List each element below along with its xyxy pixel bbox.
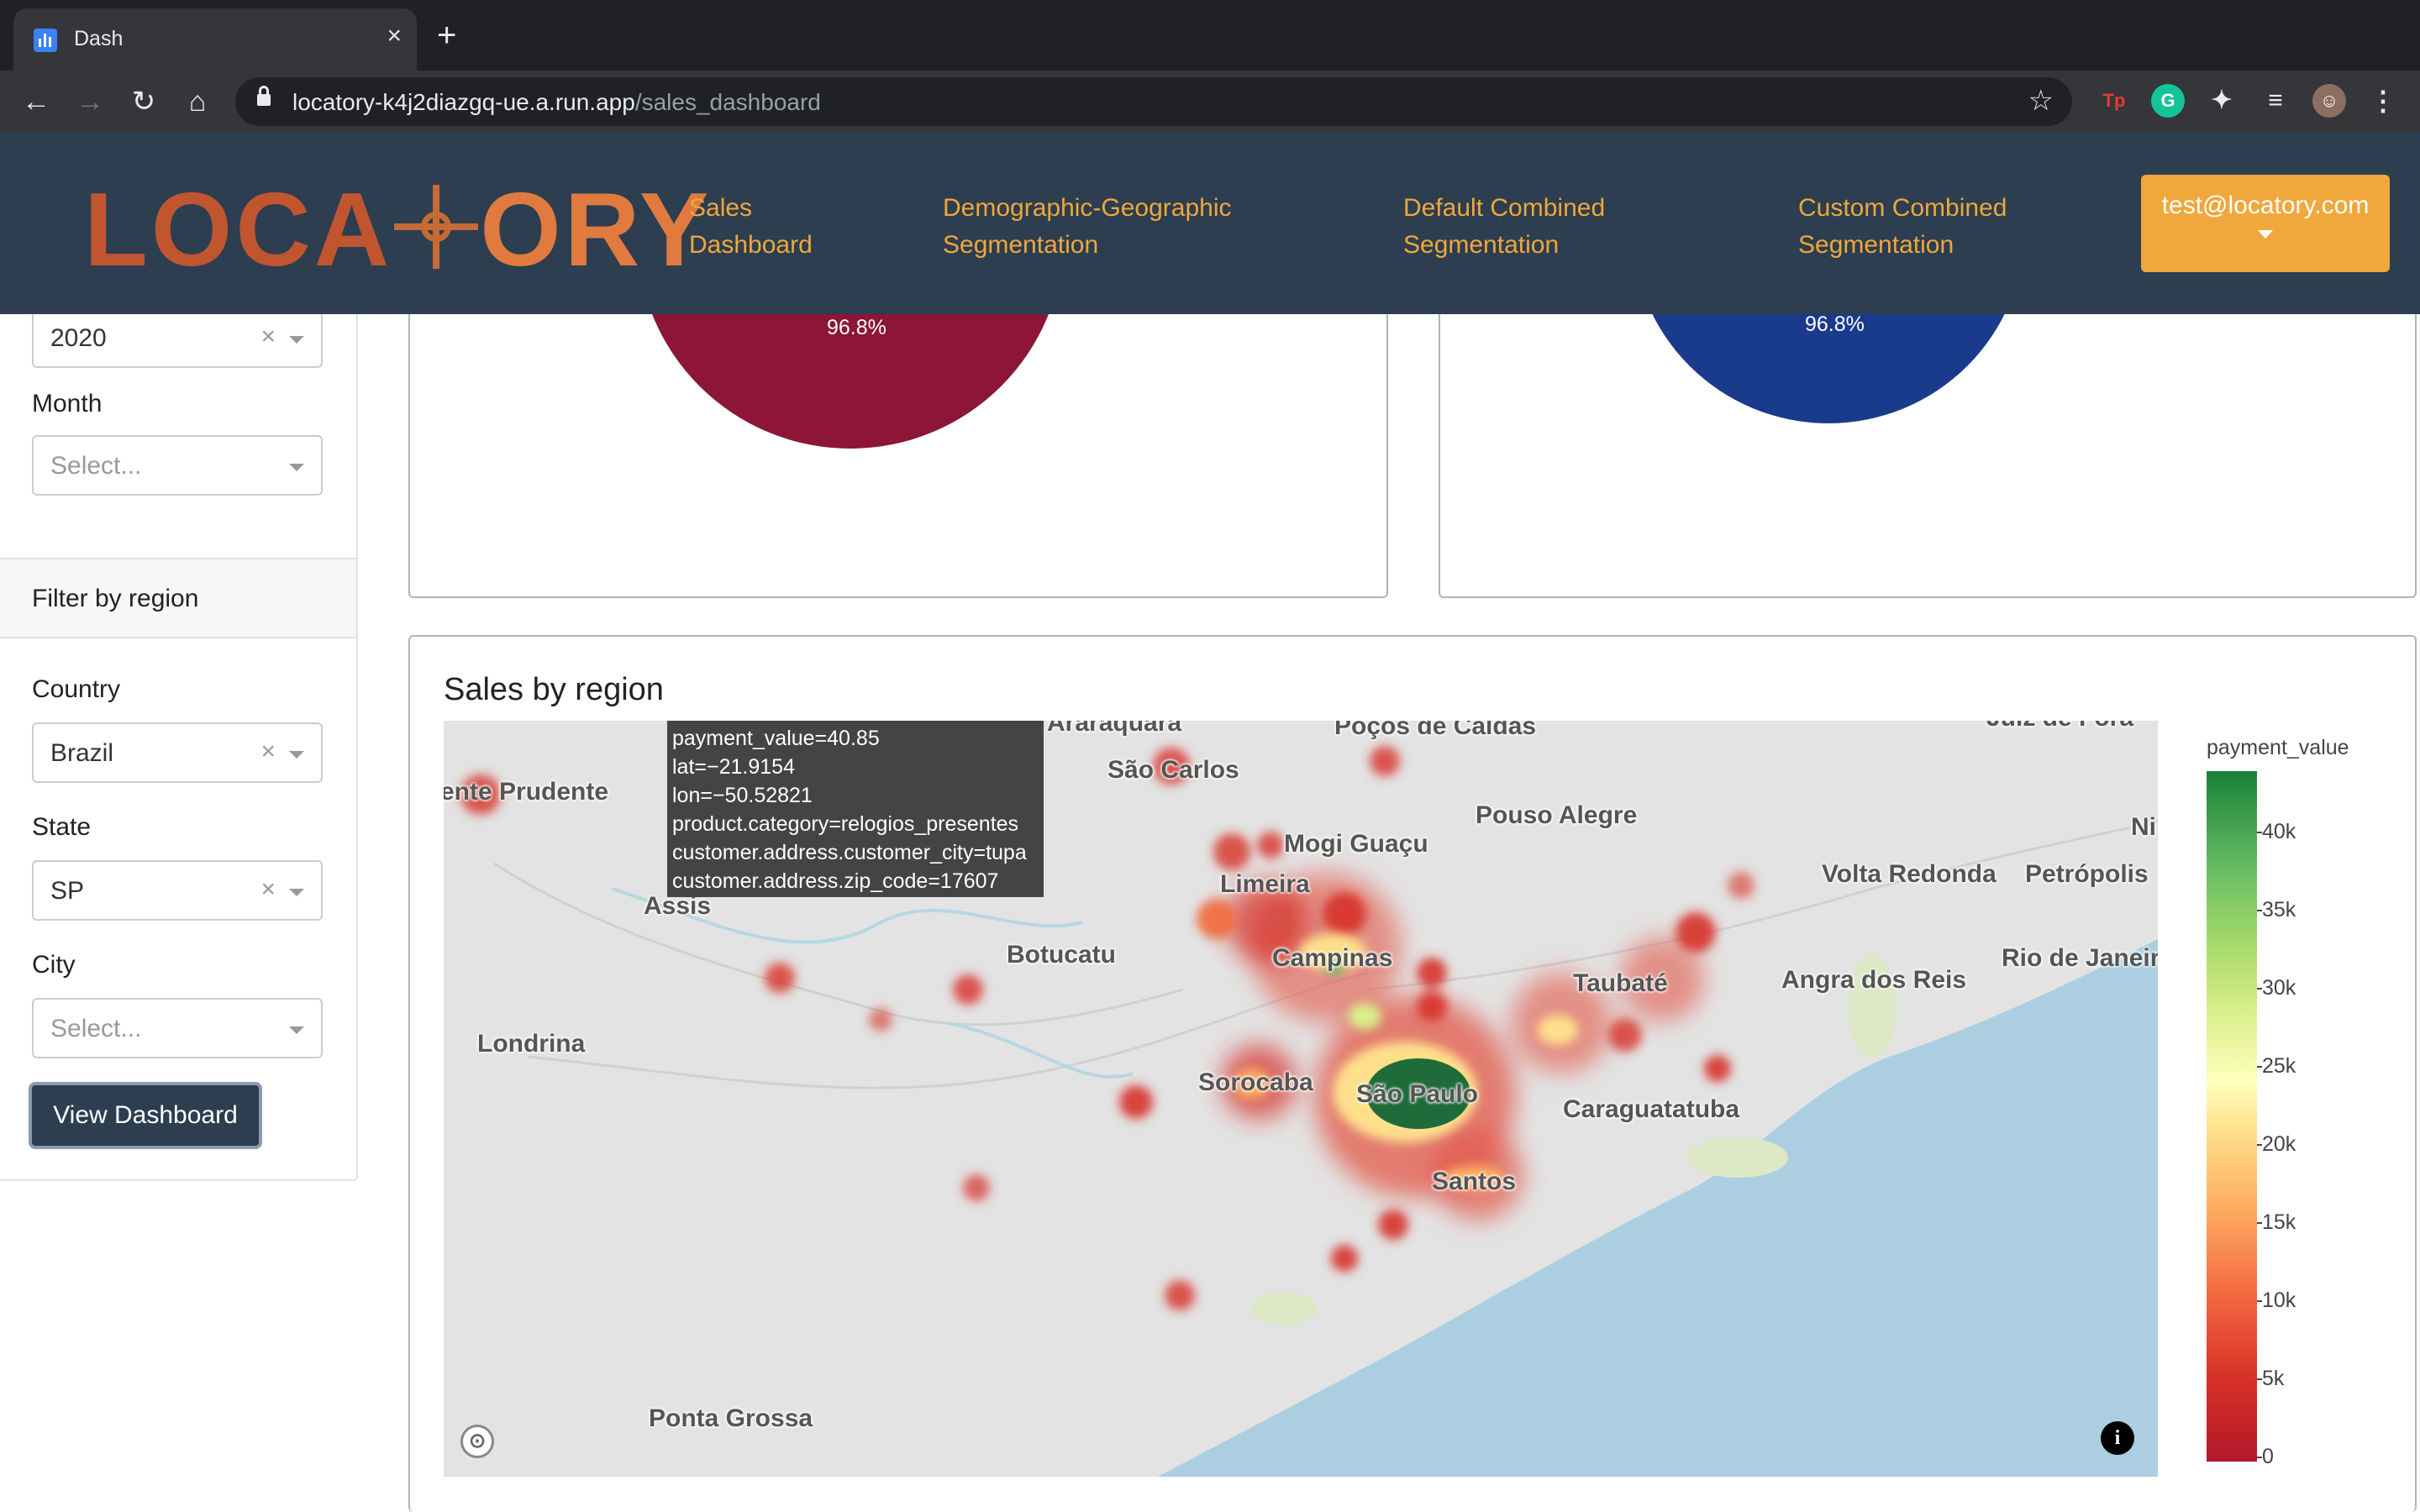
city-label: City	[32, 951, 76, 979]
city-label: Taubaté	[1573, 969, 1668, 997]
colorbar-tick: 15k	[2256, 1210, 2296, 1234]
city-label: Araraquara	[1047, 721, 1182, 737]
tp-extension-icon[interactable]: Tp	[2097, 84, 2131, 118]
colorbar-tick: 5k	[2256, 1367, 2285, 1390]
extensions-puzzle-icon[interactable]: ✦	[2205, 84, 2238, 118]
clear-icon[interactable]: ×	[260, 875, 276, 904]
city-label: Angra dos Reis	[1781, 966, 1967, 994]
map-hover-tooltip: payment_value=40.85 lat=−21.9154 lon=−50…	[667, 721, 1044, 897]
city-label: Juiz de Fora	[1986, 721, 2133, 732]
colorbar-tick: 20k	[2256, 1132, 2296, 1156]
tab-title: Dash	[74, 27, 124, 50]
city-label: Volta Redonda	[1822, 860, 1996, 888]
city-label: São Paulo	[1356, 1080, 1479, 1108]
crosshair-logo-icon	[394, 185, 479, 269]
filter-sidebar: 2020 × Month Select... Filter by region …	[0, 307, 358, 1181]
city-label: Mogi Guaçu	[1284, 830, 1428, 858]
colorbar-tick: 30k	[2256, 976, 2296, 1000]
colorbar-tick: 40k	[2256, 820, 2296, 843]
city-label: Botucatu	[1007, 941, 1116, 969]
chevron-down-icon[interactable]	[289, 751, 304, 759]
chevron-down-icon[interactable]	[289, 889, 304, 896]
colorbar-tick: 35k	[2256, 898, 2296, 921]
nav-default-combined-segmentation[interactable]: Default Combined Segmentation	[1403, 190, 1605, 264]
nav-sales-dashboard[interactable]: Sales Dashboard	[689, 190, 813, 264]
caret-down-icon	[2258, 230, 2273, 239]
clear-icon[interactable]: ×	[260, 738, 276, 766]
nav-demographic-geographic-segmentation[interactable]: Demographic-Geographic Segmentation	[943, 190, 1232, 264]
url-text: locatory-k4j2diazgq-ue.a.run.app/sales_d…	[292, 89, 821, 115]
city-label: Limeira	[1220, 870, 1310, 898]
browser-menu-icon[interactable]: ⋮	[2366, 84, 2400, 118]
chevron-down-icon[interactable]	[289, 1026, 304, 1034]
city-label: Ponta Grossa	[649, 1404, 813, 1432]
city-label: ente Prudente	[444, 778, 609, 806]
reload-icon[interactable]: ↻	[126, 84, 161, 119]
city-label: Sorocaba	[1198, 1068, 1313, 1096]
app-navbar: LOCA ORY Sales Dashboard Demographic-Geogr…	[0, 133, 2420, 314]
city-label: Petrópolis	[2025, 860, 2149, 888]
back-icon[interactable]: ←	[18, 84, 54, 119]
city-label: Caraguatatuba	[1563, 1095, 1740, 1123]
colorbar-title: payment_value	[2207, 736, 2349, 759]
bookmark-star-icon[interactable]: ☆	[2028, 84, 2054, 118]
city-label: São Carlos	[1107, 756, 1239, 784]
user-menu-button[interactable]: test@locatory.com	[2141, 175, 2390, 272]
pie-slice-label: 96.8%	[1805, 312, 1865, 336]
browser-tab-strip: Dash × +	[0, 0, 2420, 71]
city-select[interactable]: Select...	[32, 998, 323, 1058]
browser-toolbar: ← → ↻ ⌂ locatory-k4j2diazgq-ue.a.run.app…	[0, 71, 2420, 133]
browser-tab[interactable]: Dash ×	[13, 8, 417, 71]
city-label: Rio de Janeiro	[2002, 944, 2158, 972]
profile-avatar[interactable]: ☺	[2312, 84, 2346, 118]
filter-by-region-header: Filter by region	[0, 558, 356, 638]
country-label: Country	[32, 675, 121, 703]
view-dashboard-button[interactable]: View Dashboard	[29, 1082, 262, 1149]
mapbox-attribution-icon[interactable]: ⊙	[460, 1425, 494, 1458]
tab-close-icon[interactable]: ×	[387, 24, 402, 49]
chevron-down-icon[interactable]	[289, 464, 304, 471]
state-label: State	[32, 813, 92, 841]
lock-icon	[257, 86, 271, 108]
city-label: Ni	[2131, 813, 2156, 841]
reading-list-icon[interactable]: ≡	[2259, 84, 2292, 118]
colorbar-tick: 25k	[2256, 1054, 2296, 1078]
city-label: Santos	[1432, 1168, 1517, 1195]
city-label: Poços de Caldas	[1334, 721, 1537, 740]
grammarly-extension-icon[interactable]: G	[2151, 84, 2185, 118]
colorbar	[2207, 771, 2257, 1462]
map-title: Sales by region	[444, 672, 664, 707]
dash-favicon-icon	[34, 29, 57, 52]
country-select[interactable]: Brazil ×	[32, 722, 323, 783]
colorbar-tick: 0	[2257, 1445, 2274, 1468]
month-select[interactable]: Select...	[32, 435, 323, 496]
city-label: Campinas	[1272, 944, 1393, 972]
address-bar[interactable]: locatory-k4j2diazgq-ue.a.run.app/sales_d…	[235, 77, 2072, 126]
locatory-logo[interactable]: LOCA ORY	[84, 178, 712, 282]
nav-custom-combined-segmentation[interactable]: Custom Combined Segmentation	[1798, 190, 2007, 264]
city-label: Londrina	[477, 1030, 586, 1058]
pie-slice-label: 96.8%	[827, 316, 886, 339]
clear-icon[interactable]: ×	[260, 323, 276, 351]
new-tab-icon[interactable]: +	[437, 18, 456, 52]
state-select[interactable]: SP ×	[32, 860, 323, 921]
chevron-down-icon[interactable]	[289, 336, 304, 344]
month-label: Month	[32, 390, 103, 417]
year-select[interactable]: 2020 ×	[32, 307, 323, 368]
home-icon[interactable]: ⌂	[180, 84, 215, 119]
colorbar-tick: 10k	[2256, 1289, 2296, 1312]
city-label: Pouso Alegre	[1476, 801, 1638, 829]
forward-icon[interactable]: →	[72, 84, 108, 119]
map-info-icon[interactable]: i	[2101, 1421, 2134, 1455]
